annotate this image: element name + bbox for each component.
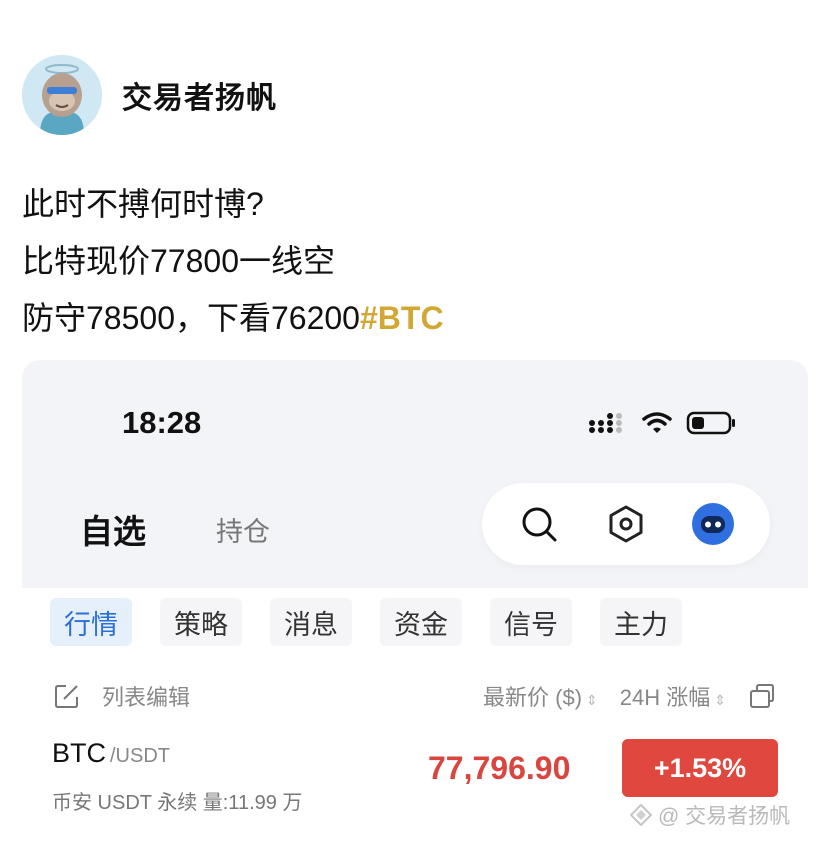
search-icon <box>522 507 557 542</box>
edit-list-icon[interactable] <box>54 683 80 709</box>
filter-tab-market[interactable]: 行情 <box>50 598 132 646</box>
settings-button[interactable] <box>604 502 648 546</box>
filter-tab-news[interactable]: 消息 <box>270 598 352 646</box>
post-line-3: 防守78500，下看76200#BTC <box>22 290 444 347</box>
last-price: 77,796.90 <box>428 750 571 786</box>
author-avatar[interactable] <box>22 55 102 135</box>
change-column-label: 24H 涨幅 <box>619 685 711 710</box>
tab-watchlist[interactable]: 自选 <box>80 505 146 553</box>
change-column-header[interactable]: 24H 涨幅 ⇕ <box>620 680 726 712</box>
sort-icon: ⇕ <box>586 692 598 708</box>
symbol-quote: /USDT <box>110 745 170 767</box>
wifi-icon <box>642 412 672 433</box>
settings-hex-icon <box>609 505 643 543</box>
filter-tab-main-force[interactable]: 主力 <box>600 598 682 646</box>
symbol-subline: 币安 USDT 永续 量:11.99 万 <box>52 792 303 814</box>
bot-avatar-icon <box>691 503 734 545</box>
post-body: 此时不搏何时博? 比特现价77800一线空 防守78500，下看76200#BT… <box>22 176 444 347</box>
change-badge[interactable]: +1.53% <box>622 739 778 797</box>
price-column-label: 最新价 ($) <box>483 685 583 710</box>
screenshot-card[interactable]: 18:28 自选 持仓 行情 策略 消息 资金 信号 主力 列表编辑 最新价 (… <box>22 360 808 838</box>
toolbar-pill <box>482 483 770 565</box>
price-column-header[interactable]: 最新价 ($) ⇕ <box>483 680 598 712</box>
symbol-base: BTC <box>52 738 106 768</box>
search-button[interactable] <box>517 502 561 546</box>
signal-icon <box>589 413 622 433</box>
sort-icon: ⇕ <box>714 692 726 708</box>
author-name[interactable]: 交易者扬帆 <box>122 73 277 117</box>
post-line-2: 比特现价77800一线空 <box>22 243 335 279</box>
filter-tabs: 行情 策略 消息 资金 信号 主力 <box>50 598 682 646</box>
watermark-logo-icon <box>630 804 652 826</box>
list-header: 列表编辑 最新价 ($) ⇕ 24H 涨幅 ⇕ <box>54 680 776 712</box>
hashtag-link[interactable]: #BTC <box>360 300 444 336</box>
watermark: @ 交易者扬帆 <box>630 800 790 830</box>
post-header: 交易者扬帆 <box>22 55 277 135</box>
filter-tab-signals[interactable]: 信号 <box>490 598 572 646</box>
battery-icon <box>686 411 735 435</box>
status-time: 18:28 <box>122 405 202 440</box>
tab-positions[interactable]: 持仓 <box>216 510 270 549</box>
symbol-name: BTC/USDT <box>52 738 170 769</box>
status-icons <box>588 410 738 436</box>
filter-tab-strategy[interactable]: 策略 <box>160 598 242 646</box>
filter-tab-funds[interactable]: 资金 <box>380 598 462 646</box>
status-bar: 18:28 <box>22 360 808 470</box>
export-icon[interactable] <box>748 682 776 710</box>
ape-avatar-icon <box>22 55 102 135</box>
watermark-text: @ 交易者扬帆 <box>658 805 791 828</box>
top-tabs: 自选 持仓 <box>80 505 270 553</box>
post-line-3-text: 防守78500，下看76200 <box>22 300 360 336</box>
list-header-columns: 最新价 ($) ⇕ 24H 涨幅 ⇕ <box>483 680 776 712</box>
post-line-1: 此时不搏何时博? <box>22 186 264 222</box>
edit-list-label[interactable]: 列表编辑 <box>102 680 190 712</box>
assistant-button[interactable] <box>691 502 735 546</box>
